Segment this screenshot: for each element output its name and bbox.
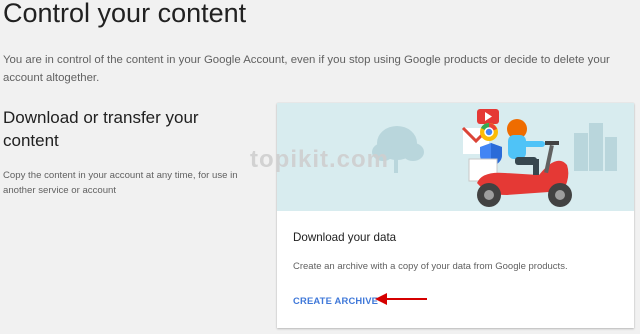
watermark: topikit.com — [250, 146, 390, 173]
rider — [507, 119, 545, 175]
download-data-card: Download your data Create an archive wit… — [277, 103, 634, 328]
section-description: Copy the content in your account at any … — [3, 170, 238, 196]
page-title: Control your content — [3, 0, 247, 28]
card-title: Download your data — [293, 231, 397, 244]
chrome-icon — [480, 123, 498, 141]
youtube-icon — [477, 109, 499, 124]
section-heading: Download or transfer your content — [3, 108, 199, 150]
card-description: Create an archive with a copy of your da… — [293, 261, 568, 272]
page-intro: You are in control of the content in you… — [3, 54, 610, 84]
create-archive-button[interactable]: CREATE ARCHIVE — [293, 295, 378, 306]
left-arrow-icon — [375, 293, 427, 305]
